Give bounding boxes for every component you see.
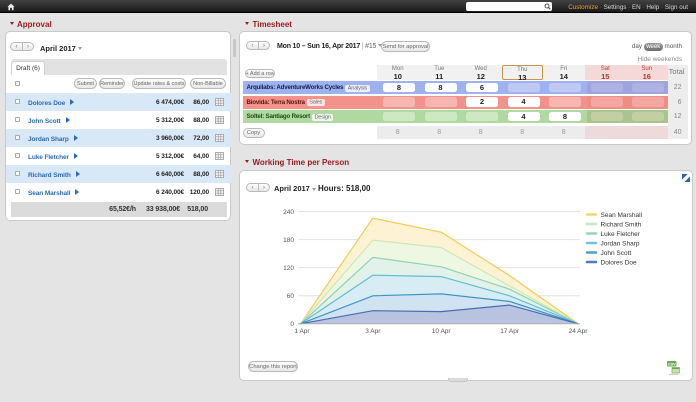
svg-text:120: 120 [283,265,294,272]
svg-text:CSV: CSV [668,362,677,367]
svg-text:Dolores Doe: Dolores Doe [601,260,638,267]
svg-text:17 Apr: 17 Apr [500,328,520,335]
svg-text:Jordan Sharp: Jordan Sharp [601,241,640,248]
svg-text:24 Apr: 24 Apr [569,328,589,335]
svg-text:3 Apr: 3 Apr [365,328,381,335]
svg-text:Richard Smith: Richard Smith [601,222,642,229]
svg-text:Sean Marshall: Sean Marshall [601,212,643,219]
svg-text:1 Apr: 1 Apr [294,328,310,335]
svg-text:10 Apr: 10 Apr [432,328,452,335]
svg-text:John Scott: John Scott [601,250,632,257]
svg-text:0: 0 [290,321,294,328]
svg-text:60: 60 [287,293,295,300]
svg-text:240: 240 [283,209,294,216]
svg-text:Luke Fletcher: Luke Fletcher [601,231,641,238]
svg-text:180: 180 [283,237,294,244]
